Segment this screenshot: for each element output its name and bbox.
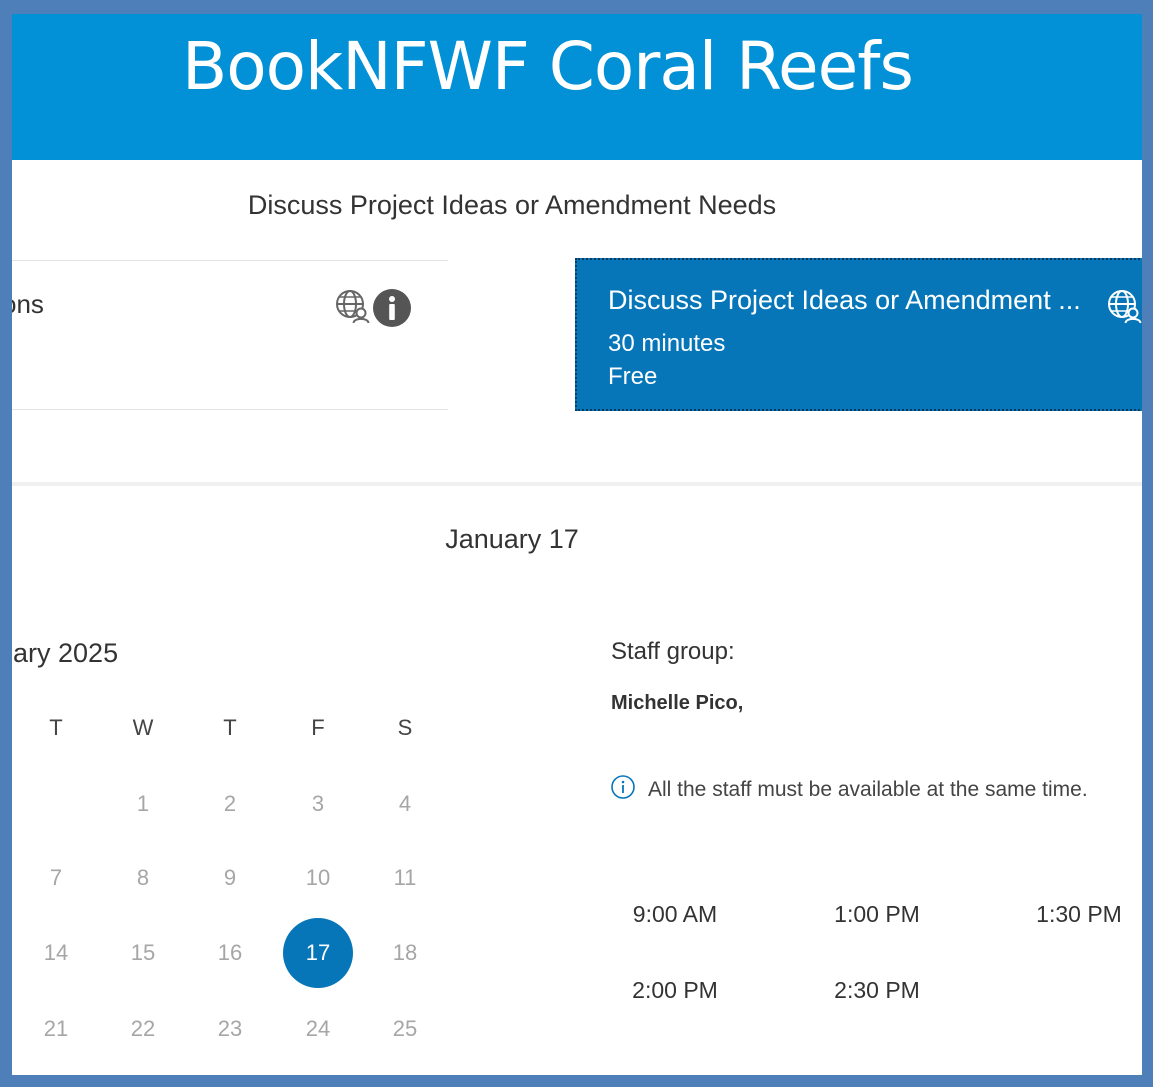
staff-member-name: Michelle Pico, — [611, 692, 744, 714]
calendar-day[interactable]: 7 — [21, 843, 91, 913]
calendar-day[interactable]: 9 — [195, 843, 265, 913]
info-icon[interactable] — [372, 288, 412, 328]
globe-person-icon — [1106, 288, 1142, 329]
time-slot-button[interactable]: 2:00 PM — [590, 968, 760, 1012]
service-card[interactable]: stions — [12, 260, 448, 410]
header-banner: BookNFWF Coral Reefs — [12, 14, 1142, 160]
calendar-day[interactable]: 10 — [283, 843, 353, 913]
weekday-label: T — [49, 715, 63, 740]
calendar-day[interactable]: 4 — [370, 769, 440, 839]
calendar-day[interactable]: 15 — [108, 918, 178, 988]
weekday-label: T — [223, 715, 237, 740]
calendar-day[interactable]: 2 — [195, 769, 265, 839]
calendar-day[interactable]: 21 — [21, 994, 91, 1064]
service-price: Free — [608, 363, 658, 390]
staff-group-label: Staff group: — [611, 638, 735, 665]
calendar-day[interactable]: 8 — [108, 843, 178, 913]
staff-note-text: All the staff must be available at the s… — [648, 778, 1088, 801]
business-title: BookNFWF Coral Reefs — [182, 28, 914, 105]
calendar-day-selected[interactable]: 17 — [283, 918, 353, 988]
calendar-day[interactable]: 25 — [370, 994, 440, 1064]
service-card-title: stions — [12, 289, 44, 319]
calendar-month-label: uary 2025 — [12, 638, 119, 668]
time-slot-button[interactable]: 9:00 AM — [590, 892, 760, 936]
time-slot-button[interactable]: 1:00 PM — [792, 892, 962, 936]
selected-date-heading: January 17 — [445, 524, 579, 554]
service-heading: Discuss Project Ideas or Amendment Needs — [247, 190, 777, 220]
calendar-day[interactable]: 11 — [370, 843, 440, 913]
time-slot-button[interactable]: 2:30 PM — [792, 968, 962, 1012]
booking-page: BookNFWF Coral Reefs Discuss Project Ide… — [12, 14, 1142, 1075]
staff-availability-note: All the staff must be available at the s… — [610, 774, 1088, 806]
calendar-day[interactable]: 14 — [21, 918, 91, 988]
weekday-label: S — [397, 715, 413, 740]
calendar-day[interactable]: 16 — [195, 918, 265, 988]
weekday-label: F — [311, 715, 325, 740]
calendar-day[interactable]: 24 — [283, 994, 353, 1064]
calendar-day[interactable]: 23 — [195, 994, 265, 1064]
service-duration: 30 minutes — [608, 330, 726, 357]
calendar-day[interactable]: 22 — [108, 994, 178, 1064]
info-outline-icon — [610, 774, 636, 806]
globe-person-icon — [334, 288, 370, 328]
calendar-day[interactable]: 18 — [370, 918, 440, 988]
calendar-day[interactable]: 3 — [283, 769, 353, 839]
service-card-title: Discuss Project Ideas or Amendment ... — [608, 285, 1081, 315]
time-slot-button[interactable]: 1:30 PM — [994, 892, 1142, 936]
weekday-label: W — [132, 715, 154, 740]
section-divider — [12, 482, 1142, 486]
calendar-day[interactable]: 1 — [108, 769, 178, 839]
service-card-selected[interactable]: Discuss Project Ideas or Amendment ... 3… — [575, 258, 1142, 411]
